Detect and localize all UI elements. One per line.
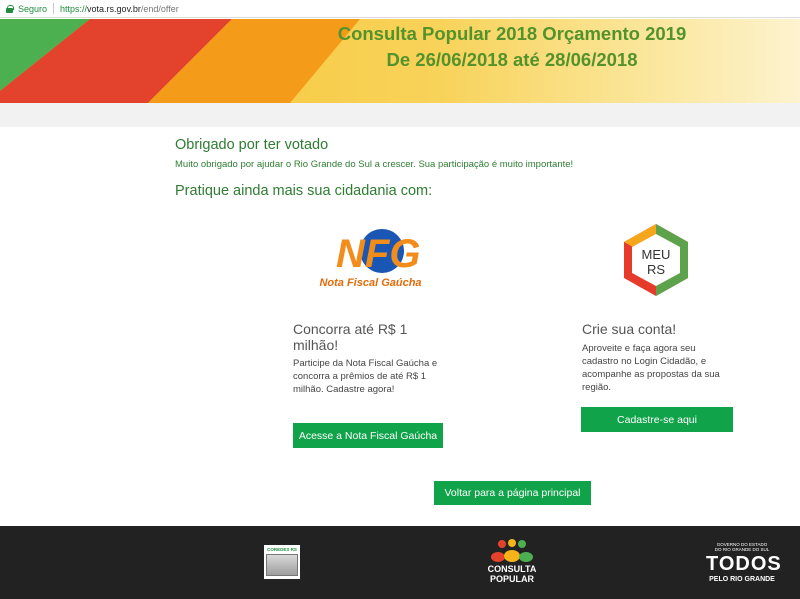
cp-person-yellow-head [508,539,516,547]
coredes-logo[interactable]: COREDES RS [264,545,300,579]
thanks-heading: Obrigado por ter votado [175,137,329,153]
browser-address-bar[interactable]: Seguro https:// vota.rs.gov.br /end/offe… [0,0,800,18]
todos-logo-sub: PELO RIO GRANDE [709,576,775,583]
meurs-logo[interactable]: MEU RS [618,222,694,298]
nfg-logo-caption: Nota Fiscal Gaúcha [319,277,422,289]
url-host: vota.rs.gov.br [87,3,141,14]
secure-label: Seguro [18,3,48,14]
cp-person-green-body [519,552,533,562]
meurs-logo-line2: RS [647,262,665,277]
nfg-logo-letters: NFG [336,232,420,276]
practice-heading: Pratique ainda mais sua cidadania com: [175,183,433,199]
todos-logo-word[interactable]: TODOS [706,553,781,575]
url-protocol: https:// [60,3,88,14]
cp-person-yellow-body [504,550,520,562]
banner-title-line1: Consulta Popular 2018 Orçamento 2019 [337,23,687,44]
coredes-logo-image [266,554,298,576]
cp-person-red-body [491,552,505,562]
meurs-logo-line1: MEU [642,247,671,262]
meurs-logo-graphic: MEU RS [624,224,688,296]
meurs-card-text: Aproveite e faça agora seu cadastro no L… [582,343,720,393]
nfg-access-button[interactable]: Acesse a Nota Fiscal Gaúcha [293,423,443,448]
consulta-popular-people-icon [491,539,533,562]
footer [0,526,800,599]
cp-person-red-head [498,540,506,548]
thanks-text: Muito obrigado por ajudar o Rio Grande d… [175,159,574,170]
nfg-card-title: Concorra até R$ 1 milhão! [293,321,408,353]
todos-top-line2: DO RIO GRANDE DO SUL [714,547,770,552]
back-to-home-button[interactable]: Voltar para a página principal [434,481,591,505]
lock-icon [6,4,14,13]
url-path: /end/offer [140,3,179,14]
todos-government-label: GOVERNO DO ESTADO DO RIO GRANDE DO SUL [706,542,778,552]
consulta-popular-text: CONSULTA POPULAR [480,564,544,584]
meurs-card-title: Crie sua conta! [582,321,677,337]
nfg-logo[interactable]: NFG Nota Fiscal Gaúcha [318,225,423,295]
cp-person-green-head [518,540,526,548]
banner-title: Consulta Popular 2018 Orçamento 2019 De … [292,21,732,73]
consulta-popular-line1: CONSULTA [487,564,537,574]
coredes-label: COREDES RS [267,547,297,552]
nfg-card-text: Participe da Nota Fiscal Gaúcha e concor… [293,358,438,395]
banner-title-line2: De 26/06/2018 até 28/06/2018 [386,49,638,70]
consulta-popular-line2: POPULAR [489,574,534,584]
header-banner: Consulta Popular 2018 Orçamento 2019 De … [0,19,800,103]
address-separator [53,3,55,14]
meurs-signup-button[interactable]: Cadastre-se aqui [581,407,733,432]
banner-gray-band [0,103,800,127]
